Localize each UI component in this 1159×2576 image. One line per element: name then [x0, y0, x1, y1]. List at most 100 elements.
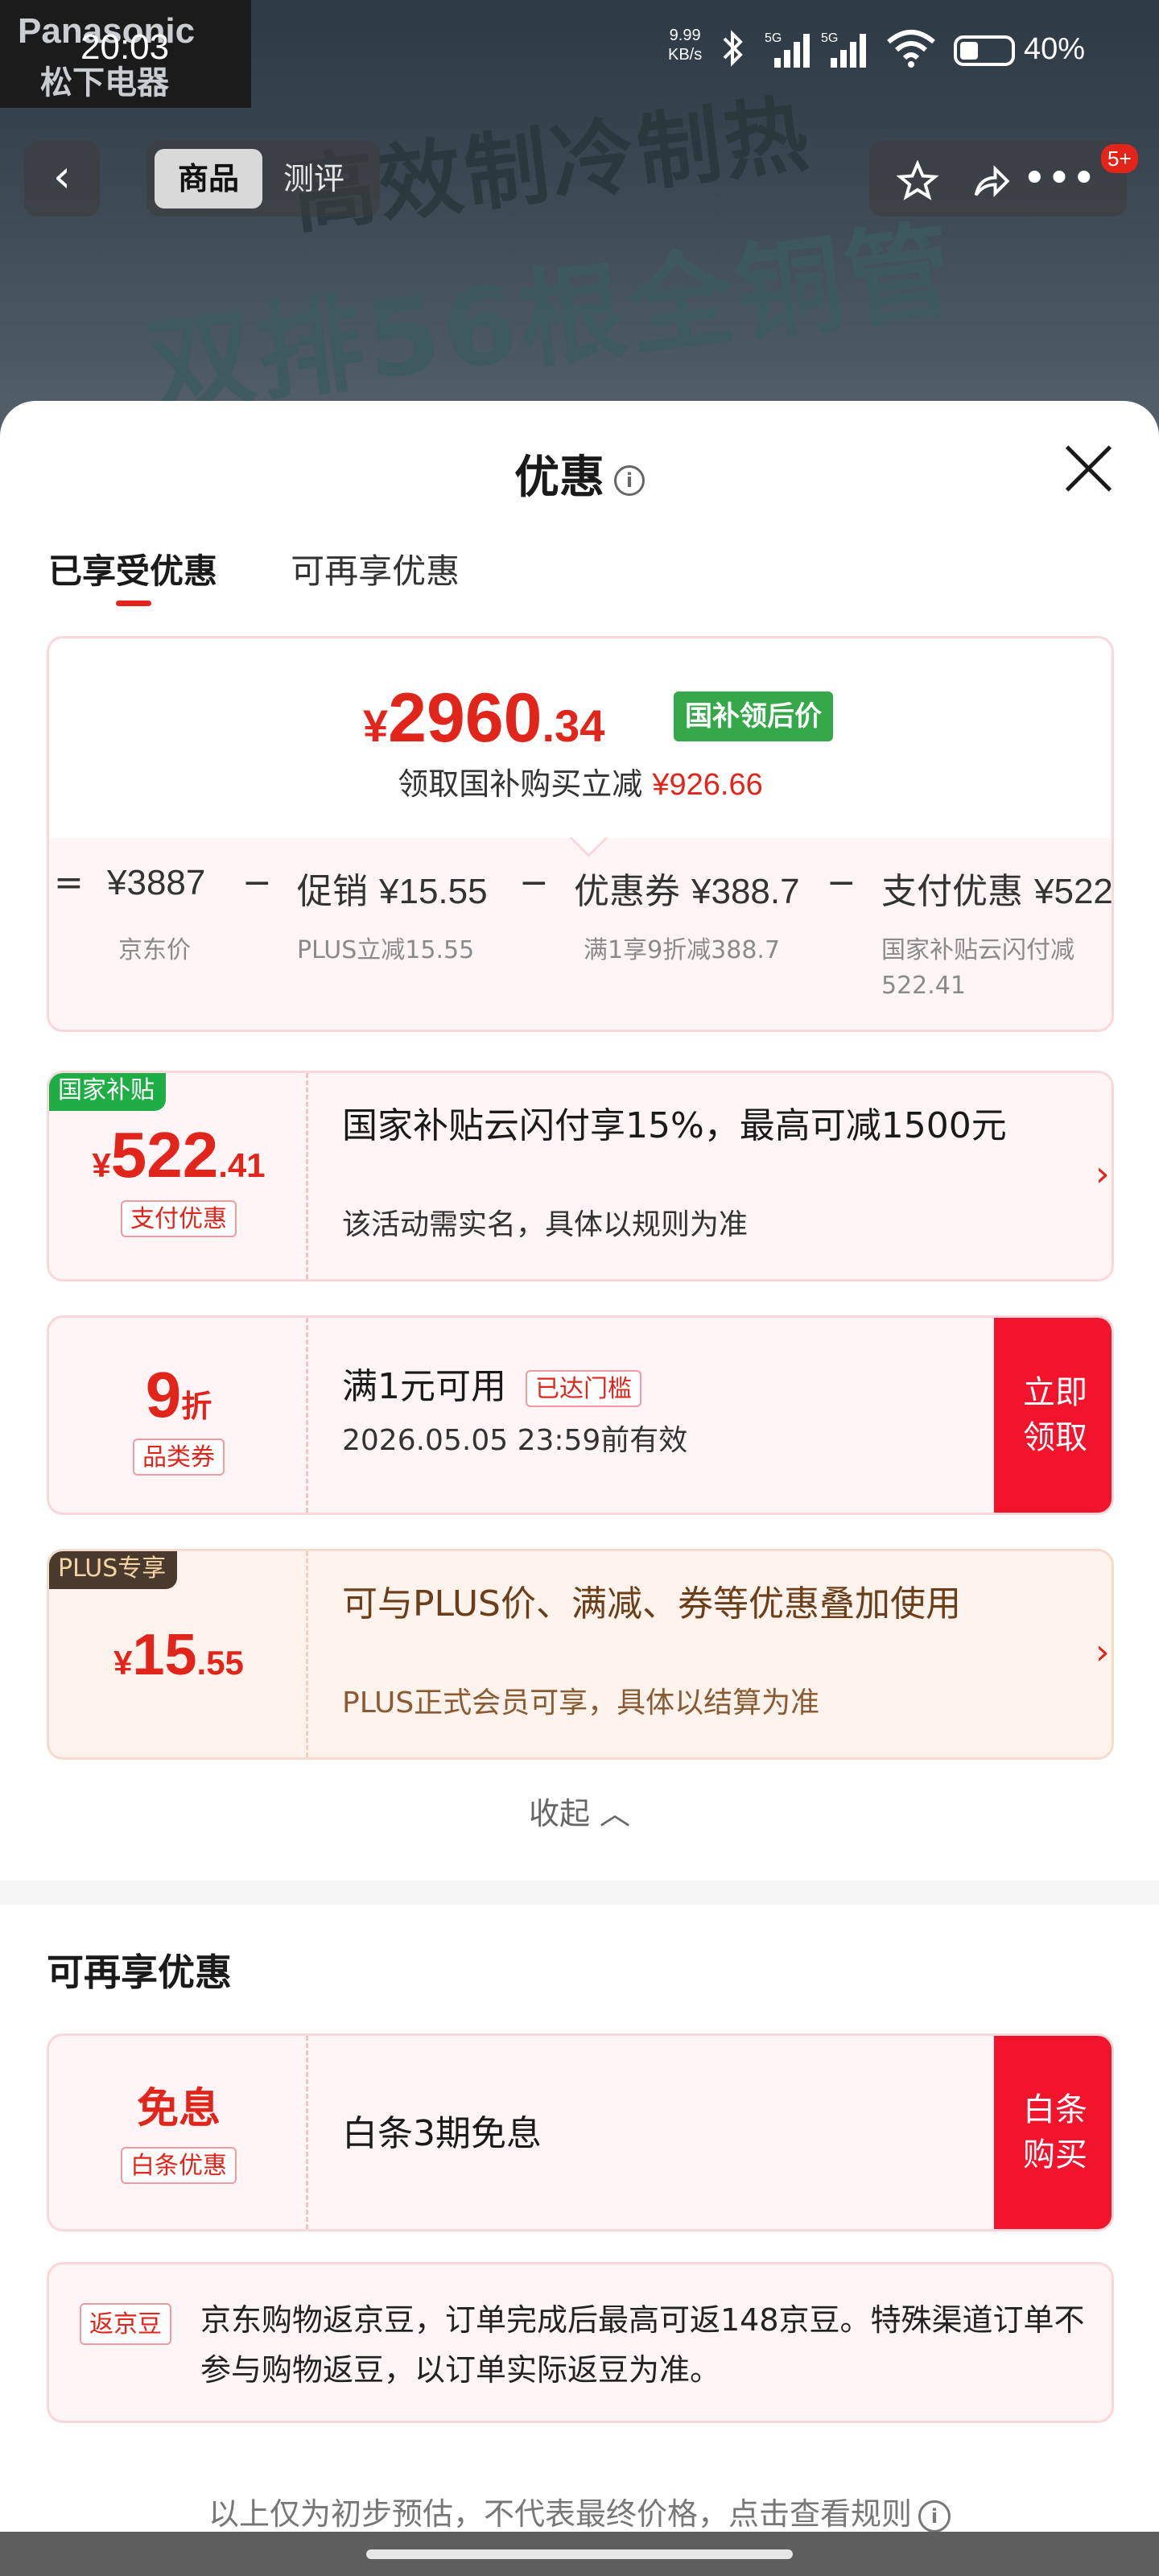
amount-currency: ¥	[113, 1644, 133, 1682]
baitiao-buy-button[interactable]: 白条购买	[994, 2036, 1112, 2229]
amount-int: 522	[110, 1119, 219, 1191]
coupon-label: 优惠券	[574, 871, 680, 912]
calc-eq: =	[54, 862, 84, 903]
coupon-gov-subsidy[interactable]: 国家补贴 ¥522.41 支付优惠 国家补贴云闪付享15%，最高可减1500元 …	[47, 1071, 1114, 1282]
chevron-left-icon: ‹	[52, 151, 72, 203]
bean-text: 京东购物返京豆，订单完成后最高可返148京豆。特殊渠道订单不参与购物返豆，以订单…	[200, 2302, 1085, 2388]
svg-text:5G: 5G	[765, 31, 782, 45]
kind-label: 白条优惠	[121, 2147, 237, 2184]
discount-sheet: 优惠 i 已享受优惠 可再享优惠 ¥2960.34 国补领后价 领取国补购买立减 …	[0, 401, 1159, 2576]
pay-value: ¥522	[1034, 872, 1113, 911]
collapse-label: 收起	[528, 1796, 590, 1831]
kind-label: 品类券	[133, 1439, 225, 1476]
promo-sub: PLUS立减15.55	[297, 936, 475, 964]
amount-int: 15	[132, 1623, 197, 1687]
tab-more-available[interactable]: 可再享优惠	[291, 544, 460, 593]
coupon-plus[interactable]: PLUS专享 ¥15.55 可与PLUS价、满减、券等优惠叠加使用 PLUS正式…	[47, 1549, 1114, 1760]
calc-minus-2: −	[519, 862, 549, 903]
amount-currency: ¥	[92, 1146, 111, 1184]
coupon-threshold: 满1元可用	[342, 1366, 506, 1407]
nav-actions: ••• 5+	[869, 141, 1138, 217]
battery-icon	[954, 35, 1015, 66]
hero-slogan-2: 双排56根全铜管	[141, 208, 962, 431]
final-price: ¥2960.34	[363, 679, 604, 758]
calc-minus-3: −	[827, 862, 856, 903]
coupon-category: 9折 品类券 满1元可用 已达门槛 2026.05.05 23:59前有效 立即…	[47, 1315, 1114, 1515]
chevron-right-icon[interactable]: ›	[1095, 1632, 1110, 1673]
footer-note[interactable]: 以上仅为初步预估，不代表最终价格，点击查看规则 i	[0, 2489, 1159, 2533]
message-badge: 5+	[1101, 144, 1138, 173]
discount-tabs: 已享受优惠 可再享优惠	[48, 544, 529, 609]
kind-label: 支付优惠	[121, 1200, 237, 1237]
promo-value: ¥15.55	[379, 872, 488, 911]
network-speed: 9.99 KB/s	[668, 26, 702, 64]
coupon-amount: 9折	[49, 1358, 308, 1432]
section-divider	[0, 1880, 1159, 1905]
amount-dec: .41	[218, 1146, 266, 1184]
chevron-up-icon: ︿	[600, 1796, 631, 1831]
calc-coupon: 优惠券 ¥388.7	[574, 862, 800, 914]
coupon-desc: PLUS正式会员可享，具体以结算为准	[342, 1686, 820, 1719]
sheet-title-text: 优惠	[514, 452, 604, 504]
coupon-sub: 满1享9折减388.7	[584, 936, 781, 964]
star-icon[interactable]	[885, 141, 950, 217]
share-icon[interactable]	[958, 141, 1022, 217]
jd-price-value: ¥3887	[107, 863, 206, 902]
section-title-more: 可再享优惠	[47, 1951, 232, 1994]
status-time: 20:03	[80, 27, 170, 67]
coupon-amount: ¥15.55	[49, 1622, 308, 1688]
coupon-amount: 免息	[136, 2086, 221, 2132]
wifi-icon	[885, 29, 937, 76]
save-amount: ¥926.66	[652, 768, 763, 802]
status-badge: 已达门槛	[526, 1370, 641, 1407]
nav-tabs: 商品 测评	[146, 141, 380, 217]
signal-5g-icon: 5G	[765, 29, 810, 77]
price-breakdown: ¥2960.34 国补领后价 领取国补购买立减 ¥926.66 = ¥3887 …	[47, 636, 1114, 1032]
jd-bean-box: 返京豆 京东购物返京豆，订单完成后最高可返148京豆。特殊渠道订单不参与购物返豆…	[47, 2262, 1114, 2423]
pay-label: 支付优惠	[881, 871, 1023, 912]
tab-review[interactable]: 测评	[283, 149, 344, 208]
promo-label: 促销	[297, 871, 368, 912]
coupon-kind: 品类券	[49, 1439, 308, 1476]
info-icon: i	[918, 2500, 951, 2533]
pay-sub: 国家补贴云闪付减522.41	[881, 936, 1074, 1000]
chevron-right-icon[interactable]: ›	[1095, 1154, 1110, 1195]
battery-level: 40%	[1024, 32, 1086, 66]
discount-int: 9	[145, 1359, 182, 1430]
save-text: 领取国补购买立减	[398, 766, 643, 802]
signal-5g-icon-2: 5G	[821, 29, 866, 77]
coupon-title: 满1元可用 已达门槛	[342, 1361, 641, 1413]
coupon-title: 可与PLUS价、满减、券等优惠叠加使用	[342, 1583, 961, 1624]
status-bar: 20:03 9.99 KB/s 5G 5G 40%	[0, 0, 1159, 105]
sheet-title: 优惠 i	[0, 441, 1159, 506]
speed-unit: KB/s	[668, 46, 703, 64]
amount-dec: .55	[196, 1644, 244, 1682]
calc-promo: 促销 ¥15.55	[297, 862, 488, 914]
coupon-value: ¥388.7	[691, 872, 800, 911]
back-button[interactable]: ‹	[24, 141, 100, 217]
footer-text: 以上仅为初步预估，不代表最终价格，点击查看规则	[208, 2496, 912, 2532]
calc-pay: 支付优惠 ¥522	[881, 862, 1113, 914]
home-indicator[interactable]	[366, 2549, 793, 2559]
tab-enjoyed[interactable]: 已享受优惠	[48, 544, 217, 606]
corner-tag: PLUS专享	[49, 1551, 178, 1589]
collapse-button[interactable]: 收起 ︿	[0, 1789, 1159, 1833]
info-icon[interactable]: i	[614, 464, 645, 496]
close-button[interactable]	[1062, 443, 1114, 494]
coupon-kind: 白条优惠	[49, 2147, 308, 2184]
tab-product[interactable]: 商品	[155, 149, 262, 208]
jd-price-label: 京东价	[118, 936, 191, 964]
gov-subsidy-tag: 国补领后价	[674, 691, 833, 741]
more-icon[interactable]: •••	[1022, 141, 1096, 217]
coupon-title: 国家补贴云闪付享15%，最高可减1500元	[342, 1105, 1007, 1146]
coupon-kind: 支付优惠	[49, 1200, 308, 1237]
claim-button[interactable]: 立即领取	[994, 1318, 1112, 1513]
home-indicator-bar	[0, 2532, 1159, 2576]
save-line: 领取国补购买立减 ¥926.66	[49, 759, 1112, 803]
calc-minus-1: −	[242, 862, 272, 903]
speed-value: 9.99	[669, 27, 701, 44]
bluetooth-icon	[716, 29, 749, 76]
coupon-desc: 该活动需实名，具体以规则为准	[342, 1208, 749, 1241]
coupon-validity: 2026.05.05 23:59前有效	[342, 1424, 688, 1457]
bean-tag: 返京豆	[80, 2303, 171, 2345]
